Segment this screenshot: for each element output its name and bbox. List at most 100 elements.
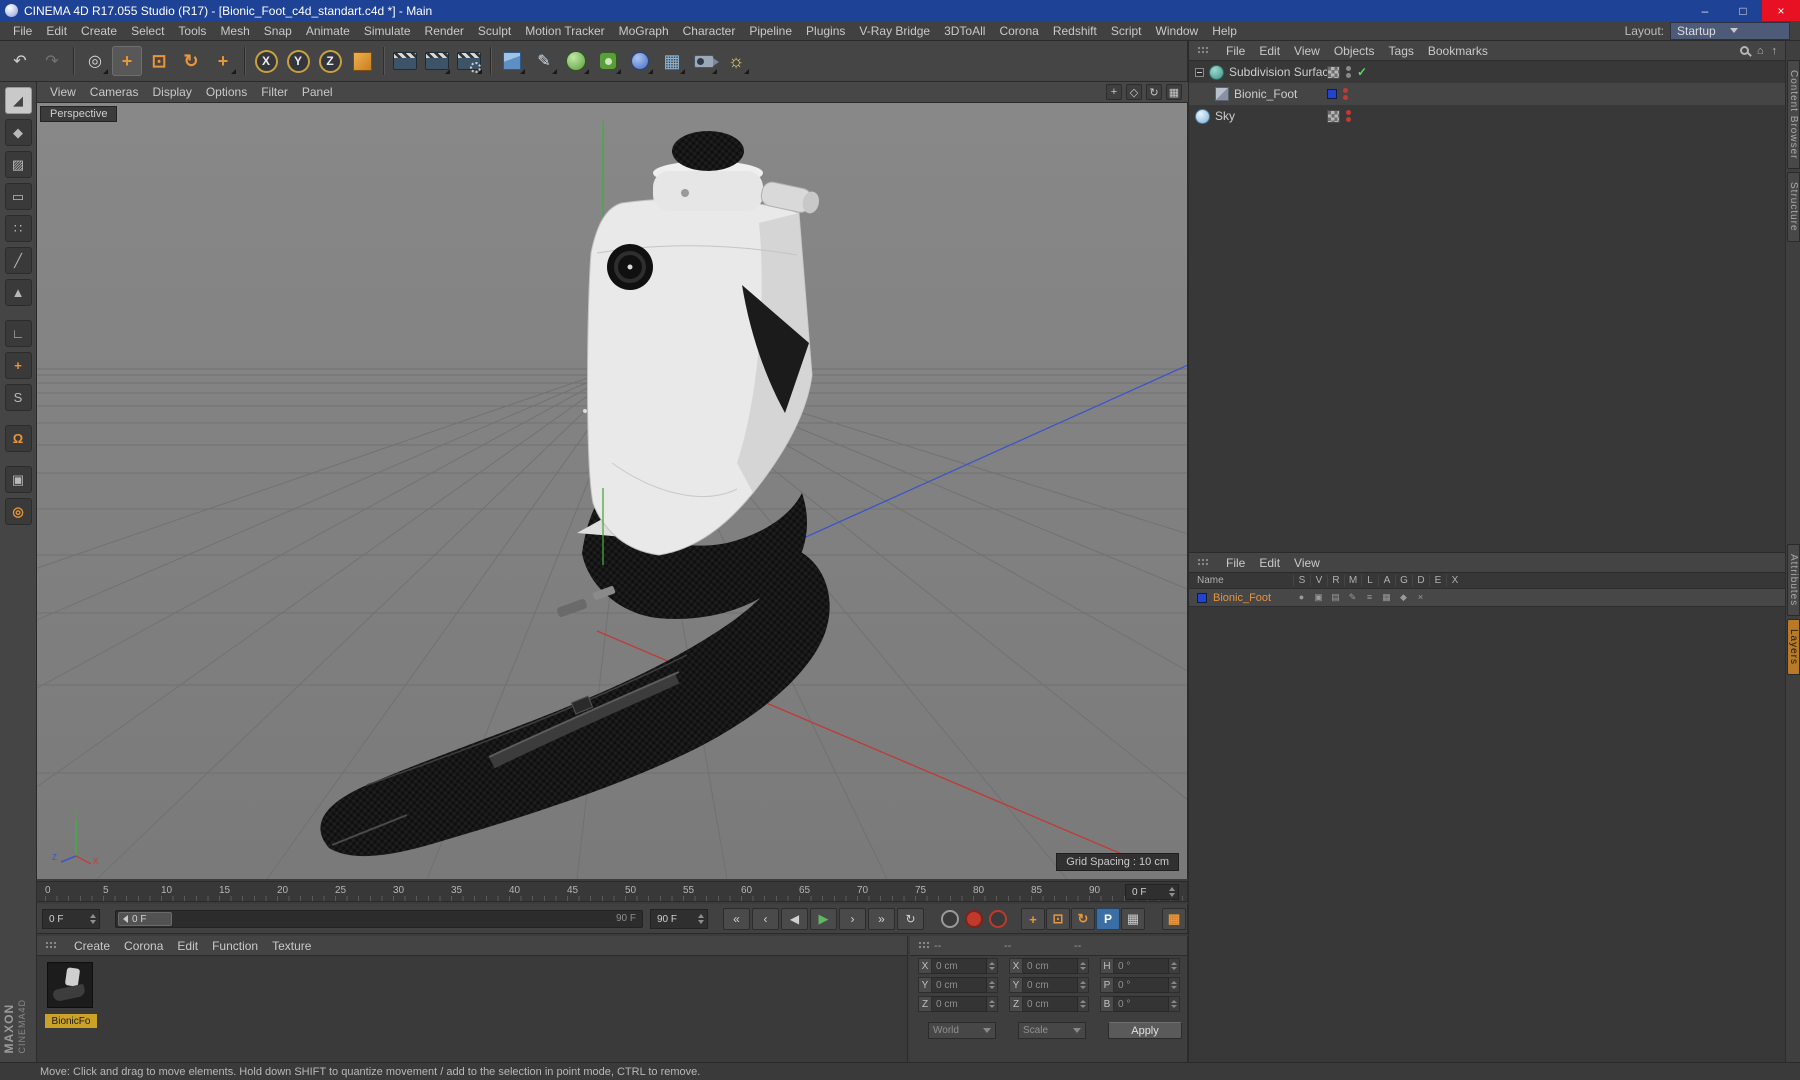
layer-row-bionic-foot[interactable]: Bionic_Foot ● ▣ ▤ ✎ ≡ ▦ ◆ × <box>1189 589 1785 607</box>
layer-manager-menu-item[interactable]: Edit <box>1252 554 1287 572</box>
points-mode-button[interactable]: ∷ <box>4 215 32 242</box>
render-view-button[interactable] <box>390 46 420 76</box>
layer-color-chip[interactable] <box>1327 89 1337 99</box>
deformers-button[interactable] <box>625 46 655 76</box>
close-button[interactable]: × <box>1762 0 1800 21</box>
layer-toggle-icon[interactable]: × <box>1412 592 1429 603</box>
apply-button[interactable]: Apply <box>1108 1022 1182 1039</box>
axis-mode-button[interactable]: ∟ <box>4 320 32 347</box>
minimize-button[interactable]: – <box>1686 0 1724 21</box>
menu-item[interactable]: Edit <box>39 22 74 40</box>
position-field[interactable]: 0 cm <box>932 996 987 1012</box>
size-field[interactable]: 0 cm <box>1023 958 1078 974</box>
rotation-stepper[interactable] <box>1169 977 1180 993</box>
visibility-dots[interactable] <box>1346 110 1351 122</box>
position-field[interactable]: 0 cm <box>932 977 987 993</box>
record-scale-button[interactable]: ⊡ <box>1046 908 1070 930</box>
timeline-slider-handle[interactable]: 0 F <box>118 912 172 926</box>
rotation-field[interactable]: 0 ° <box>1114 977 1169 993</box>
menu-item[interactable]: MoGraph <box>612 22 676 40</box>
visibility-dots[interactable] <box>1343 88 1348 100</box>
menu-item[interactable]: 3DToAll <box>937 22 992 40</box>
maximize-button[interactable]: □ <box>1724 0 1762 21</box>
record-rotation-button[interactable]: ↻ <box>1071 908 1095 930</box>
position-stepper[interactable] <box>987 958 998 974</box>
home-icon[interactable]: ⌂ <box>1757 45 1764 57</box>
keyframe-selection-button[interactable] <box>989 910 1007 928</box>
record-pla-button[interactable]: ▦ <box>1121 908 1145 930</box>
layout-select[interactable]: Startup <box>1670 21 1790 40</box>
position-stepper[interactable] <box>987 977 998 993</box>
lock-workplane-button[interactable]: ▣ <box>4 466 32 493</box>
pan-view-icon[interactable]: + <box>1106 84 1122 100</box>
menu-item[interactable]: Select <box>124 22 171 40</box>
viewport-canvas[interactable]: Perspective Y X Z Grid Spacing: 10 cm <box>37 103 1188 879</box>
lock-x-axis-button[interactable]: X <box>251 46 281 76</box>
panel-grip-icon[interactable] <box>1197 46 1209 55</box>
material-menu-item[interactable]: Function <box>205 937 265 955</box>
viewport-menu-item[interactable]: Display <box>145 83 198 101</box>
end-frame-field[interactable]: 90 F <box>650 909 708 929</box>
frame-stepper[interactable] <box>1169 887 1178 897</box>
layer-toggle-icon[interactable]: ● <box>1293 592 1310 603</box>
autokey-button[interactable] <box>965 910 983 928</box>
lock-z-axis-button[interactable]: Z <box>315 46 345 76</box>
up-level-icon[interactable]: ↑ <box>1772 45 1778 57</box>
add-primitive-button[interactable] <box>497 46 527 76</box>
size-stepper[interactable] <box>1078 958 1089 974</box>
orbit-view-icon[interactable]: ↻ <box>1146 84 1162 100</box>
size-stepper[interactable] <box>1078 996 1089 1012</box>
panel-grip-icon[interactable] <box>1197 558 1209 567</box>
layer-toggle-icon[interactable]: ◆ <box>1395 592 1412 603</box>
layer-toggle-icon[interactable]: ≡ <box>1361 592 1378 603</box>
last-tool-button[interactable]: + <box>208 46 238 76</box>
layer-color-chip[interactable] <box>1197 592 1207 603</box>
play-button[interactable]: ▶ <box>810 908 837 930</box>
previous-key-button[interactable]: ‹ <box>752 908 779 930</box>
toggle-view-icon[interactable]: ▦ <box>1166 84 1182 100</box>
layer-toggle-icon[interactable]: ▣ <box>1310 592 1327 603</box>
snap-settings-button[interactable]: S <box>4 384 32 411</box>
generators-button[interactable] <box>593 46 623 76</box>
record-position-button[interactable]: + <box>1021 908 1045 930</box>
object-manager-menu-item[interactable]: File <box>1219 42 1252 60</box>
position-stepper[interactable] <box>987 996 998 1012</box>
rotation-stepper[interactable] <box>1169 958 1180 974</box>
panel-grip-icon[interactable] <box>45 941 57 950</box>
viewport-menu-item[interactable]: Cameras <box>83 83 146 101</box>
visibility-dots[interactable] <box>1346 66 1351 78</box>
coordinate-system-button[interactable] <box>347 46 377 76</box>
render-picture-viewer-button[interactable] <box>422 46 452 76</box>
rotation-field[interactable]: 0 ° <box>1114 996 1169 1012</box>
tab-structure[interactable]: Structure <box>1787 172 1800 243</box>
menu-item[interactable]: V-Ray Bridge <box>852 22 937 40</box>
record-parameter-button[interactable]: P <box>1096 908 1120 930</box>
menu-item[interactable]: Help <box>1205 22 1244 40</box>
menu-item[interactable]: Redshift <box>1046 22 1104 40</box>
object-name[interactable]: Bionic_Foot <box>1234 87 1297 101</box>
menu-item[interactable]: Window <box>1149 22 1206 40</box>
workplane-mode-button[interactable]: ▭ <box>4 183 32 210</box>
size-stepper[interactable] <box>1078 977 1089 993</box>
spline-pen-button[interactable]: ✎ <box>529 46 559 76</box>
menu-item[interactable]: Motion Tracker <box>518 22 611 40</box>
light-button[interactable]: ☼ <box>721 46 751 76</box>
object-manager-menu-item[interactable]: Bookmarks <box>1421 42 1495 60</box>
object-row-bionic-foot[interactable]: Bionic_Foot <box>1189 83 1785 105</box>
next-key-button[interactable]: › <box>839 908 866 930</box>
menu-item[interactable]: Script <box>1104 22 1149 40</box>
render-settings-button[interactable] <box>454 46 484 76</box>
loop-button[interactable]: ↻ <box>897 908 924 930</box>
redo-button[interactable]: ↷ <box>37 46 67 76</box>
edges-mode-button[interactable]: ╱ <box>4 247 32 274</box>
menu-item[interactable]: Pipeline <box>742 22 799 40</box>
coordinate-space-select[interactable]: World <box>928 1022 996 1039</box>
start-frame-stepper[interactable] <box>90 914 99 924</box>
move-tool-button[interactable]: + <box>112 46 142 76</box>
model-mode-button[interactable]: ◆ <box>4 119 32 146</box>
tab-content-browser[interactable]: Content Browser <box>1787 60 1800 170</box>
zoom-view-icon[interactable]: ◇ <box>1126 84 1142 100</box>
menu-item[interactable]: File <box>6 22 39 40</box>
undo-button[interactable]: ↶ <box>5 46 35 76</box>
layer-manager-menu-item[interactable]: File <box>1219 554 1252 572</box>
